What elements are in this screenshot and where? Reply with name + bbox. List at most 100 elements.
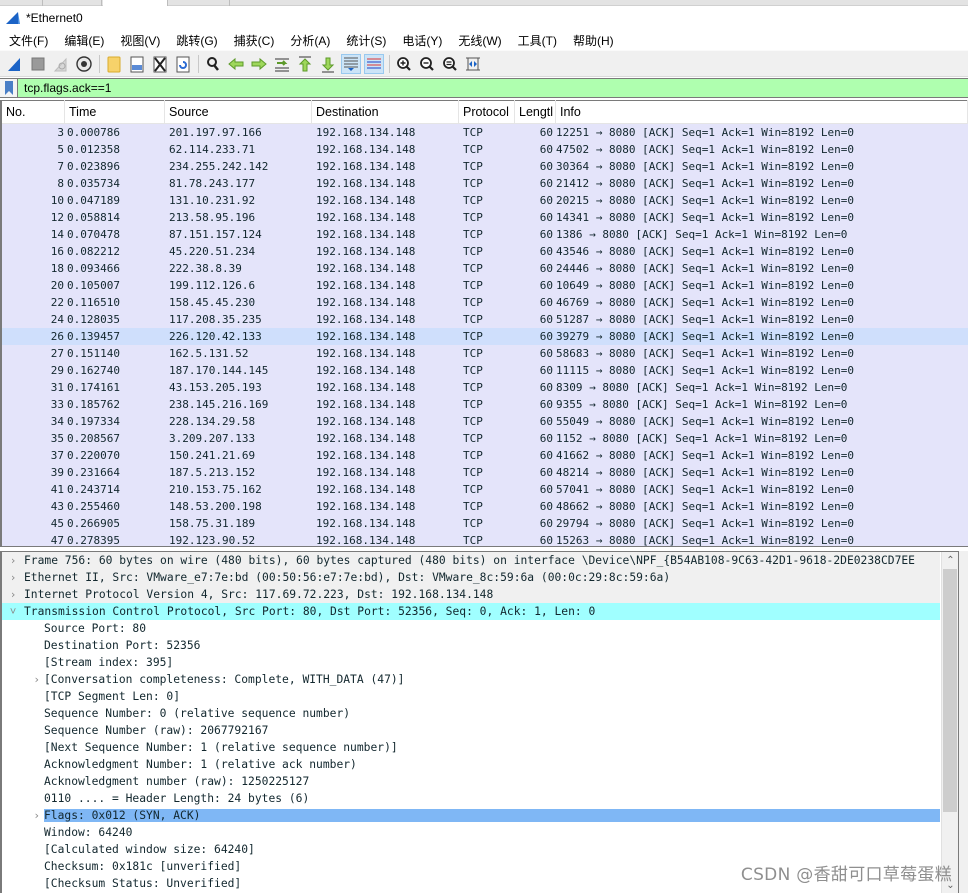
packet-row[interactable]: 27 0.151140 162.5.131.52 192.168.134.148 TCP… bbox=[2, 345, 968, 362]
detail-tree-field[interactable]: Acknowledgment Number: 1 (relative ack n… bbox=[2, 756, 940, 773]
packet-no-cell: 34 bbox=[50, 415, 64, 428]
packet-length-cell: 60 bbox=[539, 466, 553, 479]
menu-item[interactable]: 跳转(G) bbox=[176, 32, 217, 49]
packet-row[interactable]: 3 0.000786 201.197.97.166 192.168.134.148 TC… bbox=[2, 124, 968, 141]
detail-tree-field[interactable]: [TCP Segment Len: 0] bbox=[2, 688, 940, 705]
detail-tree-field[interactable]: [Calculated window size: 64240] bbox=[2, 841, 940, 858]
detail-tree-item[interactable]: › Frame 756: 60 bytes on wire (480 bits),… bbox=[2, 552, 940, 569]
detail-tree-field[interactable]: › Flags: 0x012 (SYN, ACK) bbox=[2, 807, 940, 824]
packet-row[interactable]: 43 0.255460 148.53.200.198 192.168.134.148 T… bbox=[2, 498, 968, 515]
display-filter-input[interactable] bbox=[18, 79, 958, 97]
column-header-source[interactable]: Source bbox=[165, 100, 312, 124]
menu-item[interactable]: 无线(W) bbox=[458, 32, 501, 49]
detail-tree-field[interactable]: Sequence Number (raw): 2067792167 bbox=[2, 722, 940, 739]
menu-item[interactable]: 编辑(E) bbox=[64, 32, 104, 49]
zoom-out-button[interactable] bbox=[417, 54, 437, 74]
packet-row[interactable]: 41 0.243714 210.153.75.162 192.168.134.148 T… bbox=[2, 481, 968, 498]
menu-item[interactable]: 统计(S) bbox=[346, 32, 386, 49]
packet-row[interactable]: 7 0.023896 234.255.242.142 192.168.134.148 T… bbox=[2, 158, 968, 175]
detail-tree-field[interactable]: Sequence Number: 0 (relative sequence nu… bbox=[2, 705, 940, 722]
detail-tree-field[interactable]: Destination Port: 52356 bbox=[2, 637, 940, 654]
packet-row[interactable]: 37 0.220070 150.241.21.69 192.168.134.148 TC… bbox=[2, 447, 968, 464]
zoom-in-button[interactable] bbox=[394, 54, 414, 74]
column-header-info[interactable]: Info bbox=[556, 100, 968, 124]
column-header-length[interactable]: Lengtl bbox=[515, 100, 556, 124]
go-back-arrow-button[interactable] bbox=[226, 54, 246, 74]
detail-tree-item[interactable]: › Ethernet II, Src: VMware_e7:7e:bd (00:5… bbox=[2, 569, 940, 586]
expand-chevron-right-icon[interactable]: › bbox=[2, 588, 24, 601]
menu-item[interactable]: 视图(V) bbox=[120, 32, 160, 49]
save-file-button[interactable] bbox=[127, 54, 147, 74]
packet-row[interactable]: 35 0.208567 3.209.207.133 192.168.134.148 TC… bbox=[2, 430, 968, 447]
scroll-up-icon[interactable]: ⌃ bbox=[942, 552, 958, 569]
packet-row[interactable]: 24 0.128035 117.208.35.235 192.168.134.148 T… bbox=[2, 311, 968, 328]
packet-row[interactable]: 34 0.197334 228.134.29.58 192.168.134.148 TC… bbox=[2, 413, 968, 430]
packet-row[interactable]: 8 0.035734 81.78.243.177 192.168.134.148 TCP… bbox=[2, 175, 968, 192]
detail-text: 0110 .... = Header Length: 24 bytes (6) bbox=[44, 792, 310, 805]
packet-row[interactable]: 22 0.116510 158.45.45.230 192.168.134.148 TC… bbox=[2, 294, 968, 311]
packet-row[interactable]: 29 0.162740 187.170.144.145 192.168.134.148… bbox=[2, 362, 968, 379]
expand-chevron-right-icon[interactable]: › bbox=[2, 554, 24, 567]
stop-capture-button[interactable] bbox=[28, 54, 48, 74]
capture-options-gear-button[interactable] bbox=[74, 54, 94, 74]
packet-info-cell: 51287 → 8080 [ACK] Seq=1 Ack=1 Win=8192 … bbox=[556, 313, 855, 326]
go-last-packet-button[interactable] bbox=[318, 54, 338, 74]
packet-row[interactable]: 45 0.266905 158.75.31.189 192.168.134.148 TC… bbox=[2, 515, 968, 532]
packet-row[interactable]: 26 0.139457 226.120.42.133 192.168.134.148 T… bbox=[2, 328, 968, 345]
detail-tree-field[interactable]: 0110 .... = Header Length: 24 bytes (6) bbox=[2, 790, 940, 807]
column-header-no[interactable]: No. bbox=[2, 100, 65, 124]
auto-scroll-button[interactable] bbox=[341, 53, 361, 74]
column-header-time[interactable]: Time bbox=[65, 100, 165, 124]
details-vertical-scrollbar[interactable]: ⌃ ⌄ bbox=[941, 552, 958, 893]
menu-item[interactable]: 分析(A) bbox=[290, 32, 330, 49]
detail-tree-item[interactable]: ˅ Transmission Control Protocol, Src Port… bbox=[2, 603, 940, 620]
scrollbar-thumb[interactable] bbox=[943, 569, 957, 812]
packet-row[interactable]: 31 0.174161 43.153.205.193 192.168.134.148 T… bbox=[2, 379, 968, 396]
go-first-packet-button[interactable] bbox=[295, 54, 315, 74]
expand-chevron-right-icon[interactable]: › bbox=[2, 809, 44, 822]
packet-row[interactable]: 33 0.185762 238.145.216.169 192.168.134.148… bbox=[2, 396, 968, 413]
column-header-destination[interactable]: Destination bbox=[312, 100, 459, 124]
packet-row[interactable]: 39 0.231664 187.5.213.152 192.168.134.148 TC… bbox=[2, 464, 968, 481]
zoom-normal-button[interactable] bbox=[440, 54, 460, 74]
column-header-protocol[interactable]: Protocol bbox=[459, 100, 515, 124]
packet-no-cell: 45 bbox=[50, 517, 64, 530]
packet-row[interactable]: 5 0.012358 62.114.233.71 192.168.134.148 TCP… bbox=[2, 141, 968, 158]
packet-row[interactable]: 47 0.278395 192.123.90.52 192.168.134.148 TC… bbox=[2, 532, 968, 546]
open-file-folder-button[interactable] bbox=[104, 54, 124, 74]
detail-tree-field[interactable]: [Next Sequence Number: 1 (relative seque… bbox=[2, 739, 940, 756]
packet-row[interactable]: 16 0.082212 45.220.51.234 192.168.134.148 TC… bbox=[2, 243, 968, 260]
detail-tree-field[interactable]: Acknowledgment number (raw): 1250225127 bbox=[2, 773, 940, 790]
filter-bookmark-button[interactable] bbox=[0, 79, 18, 97]
reload-file-button[interactable] bbox=[173, 54, 193, 74]
expand-chevron-right-icon[interactable]: › bbox=[2, 571, 24, 584]
packet-time-cell: 0.093466 bbox=[67, 262, 120, 275]
packet-row[interactable]: 10 0.047189 131.10.231.92 192.168.134.148 TC… bbox=[2, 192, 968, 209]
resize-columns-button[interactable] bbox=[463, 54, 483, 74]
expand-chevron-down-icon[interactable]: ˅ bbox=[2, 605, 24, 619]
shark-fin-start-capture-button[interactable] bbox=[5, 54, 25, 74]
packet-length-cell: 60 bbox=[539, 228, 553, 241]
restart-capture-button[interactable] bbox=[51, 54, 71, 74]
menu-item[interactable]: 电话(Y) bbox=[402, 32, 442, 49]
colorize-button[interactable] bbox=[364, 53, 384, 74]
close-file-button[interactable] bbox=[150, 54, 170, 74]
packet-row[interactable]: 18 0.093466 222.38.8.39 192.168.134.148 TCP 6… bbox=[2, 260, 968, 277]
detail-tree-item[interactable]: › Internet Protocol Version 4, Src: 117.6… bbox=[2, 586, 940, 603]
menu-item[interactable]: 文件(F) bbox=[9, 32, 48, 49]
go-to-packet-button[interactable] bbox=[272, 54, 292, 74]
detail-text: [Checksum Status: Unverified] bbox=[44, 877, 242, 890]
packet-row[interactable]: 14 0.070478 87.151.157.124 192.168.134.148 T… bbox=[2, 226, 968, 243]
go-forward-arrow-button[interactable] bbox=[249, 54, 269, 74]
packet-row[interactable]: 20 0.105007 199.112.126.6 192.168.134.148 TC… bbox=[2, 277, 968, 294]
detail-tree-field[interactable]: Source Port: 80 bbox=[2, 620, 940, 637]
packet-row[interactable]: 12 0.058814 213.58.95.196 192.168.134.148 TC… bbox=[2, 209, 968, 226]
menu-item[interactable]: 工具(T) bbox=[518, 32, 557, 49]
expand-chevron-right-icon[interactable]: › bbox=[2, 673, 44, 686]
detail-tree-field[interactable]: Window: 64240 bbox=[2, 824, 940, 841]
menu-item[interactable]: 捕获(C) bbox=[234, 32, 275, 49]
find-packet-magnifier-button[interactable] bbox=[203, 54, 223, 74]
menu-item[interactable]: 帮助(H) bbox=[573, 32, 614, 49]
detail-tree-field[interactable]: › [Conversation completeness: Complete, W… bbox=[2, 671, 940, 688]
detail-tree-field[interactable]: [Stream index: 395] bbox=[2, 654, 940, 671]
